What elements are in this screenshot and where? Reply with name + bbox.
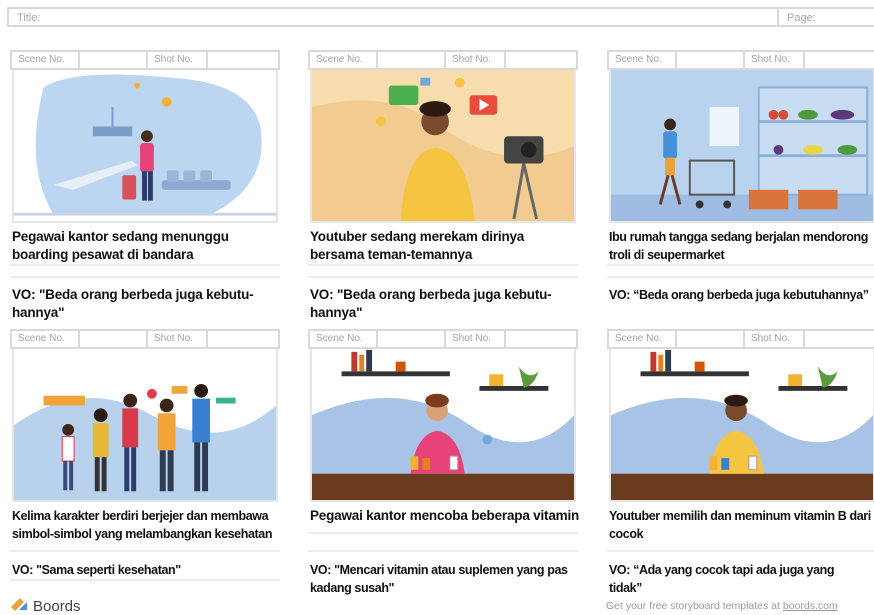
vo-line: hannya": [12, 305, 65, 320]
storyboard-panel-1: Scene No. Shot No. Pegawai kantor sedang: [10, 50, 280, 340]
vo-line: VO: “Ada yang cocok tapi ada juga yang: [609, 563, 835, 577]
vo-line: VO: "Beda orang berbeda juga kebutu-: [12, 287, 254, 302]
shot-description: Youtuber sedang merekam dirinya bersama …: [310, 228, 582, 264]
scene-no-field[interactable]: [677, 52, 745, 68]
panel-header: Scene No. Shot No.: [10, 50, 280, 70]
airport-illustration: [12, 66, 278, 223]
shot-description: Kelima karakter berdiri berjejer dan mem…: [12, 507, 284, 543]
boords-brand[interactable]: Boords: [10, 597, 81, 615]
divider: [10, 550, 280, 552]
shot-no-field[interactable]: [208, 331, 278, 347]
voice-over-text: VO: "Beda orang berbeda juga kebutu- han…: [12, 286, 292, 322]
shot-no-label: Shot No.: [745, 331, 805, 347]
shot-description: Ibu rumah tangga sedang berjalan mendoro…: [609, 228, 874, 264]
voice-over-text: VO: "Beda orang berbeda juga kebutu- han…: [310, 286, 590, 322]
vo-line: VO: "Sama seperti kesehatan": [12, 563, 181, 577]
voice-over-text: VO: “Ada yang cocok tapi ada juga yang t…: [609, 561, 874, 597]
vo-line: tidak”: [609, 581, 643, 595]
desc-line: Pegawai kantor mencoba beberapa vitamin: [310, 508, 580, 523]
voice-over-text: VO: "Mencari vitamin atau suplemen yang …: [310, 561, 590, 597]
storyboard-panel-6: Scene No. Shot No. Youtuber memilih dan …: [607, 329, 874, 599]
desc-line: Pegawai kantor sedang menunggu: [12, 229, 229, 244]
shot-no-label: Shot No.: [148, 52, 208, 68]
divider: [607, 550, 874, 552]
shot-no-label: Shot No.: [148, 331, 208, 347]
shot-no-field[interactable]: [805, 52, 874, 68]
storyboard-panel-4: Scene No. Shot No. Kelima karakter berdi…: [10, 329, 280, 599]
voice-over-text: VO: “Beda orang berbeda juga kebutuhanny…: [609, 286, 874, 304]
panel-header: Scene No. Shot No.: [10, 329, 280, 349]
vo-line: VO: "Mencari vitamin atau suplemen yang …: [310, 563, 568, 577]
scene-no-label: Scene No.: [12, 331, 80, 347]
divider: [308, 550, 578, 552]
scene-no-field[interactable]: [378, 331, 446, 347]
scene-no-field[interactable]: [80, 331, 148, 347]
title-field[interactable]: Title:: [9, 9, 779, 25]
desc-line: Ibu rumah tangga sedang berjalan mendoro…: [609, 230, 868, 244]
divider: [308, 264, 578, 266]
shot-no-field[interactable]: [506, 52, 576, 68]
scene-no-label: Scene No.: [12, 52, 80, 68]
shot-no-field[interactable]: [506, 331, 576, 347]
desc-line: boarding pesawat di bandara: [12, 247, 194, 262]
desc-line: bersama teman-temannya: [310, 247, 473, 262]
vo-line: VO: "Beda orang berbeda juga kebutu-: [310, 287, 552, 302]
divider: [308, 276, 578, 278]
boords-logo-icon: [10, 597, 28, 615]
vo-line: hannya": [310, 305, 363, 320]
brand-name: Boords: [33, 597, 81, 615]
desc-line: Youtuber memilih dan meminum vitamin B d…: [609, 509, 871, 523]
shot-no-label: Shot No.: [446, 331, 506, 347]
panel-header: Scene No. Shot No.: [308, 50, 578, 70]
promo-text: Get your free storyboard templates at: [606, 600, 783, 612]
supermarket-illustration: [609, 66, 874, 223]
desc-line: simbol-simbol yang melambangkan kesehata…: [12, 527, 273, 541]
shot-no-field[interactable]: [208, 52, 278, 68]
shot-no-label: Shot No.: [745, 52, 805, 68]
panel-header: Scene No. Shot No.: [607, 50, 874, 70]
title-page-bar: Title: Page:: [7, 7, 874, 27]
health-characters-illustration: [12, 345, 278, 502]
desc-line: cocok: [609, 527, 644, 541]
desc-line: troli di seupermarket: [609, 248, 725, 262]
divider: [10, 264, 280, 266]
page-field[interactable]: Page:: [779, 9, 874, 25]
desc-line: Youtuber sedang merekam dirinya: [310, 229, 525, 244]
boords-link[interactable]: boords.com: [783, 600, 838, 612]
voice-over-text: VO: "Sama seperti kesehatan": [12, 561, 292, 579]
divider: [607, 264, 874, 266]
scene-no-label: Scene No.: [609, 52, 677, 68]
storyboard-panel-3: Scene No. Shot No. Ibu rumah tangga seda…: [607, 50, 874, 340]
divider: [10, 579, 280, 581]
panel-header: Scene No. Shot No.: [607, 329, 874, 349]
shot-description: Pegawai kantor mencoba beberapa vitamin: [310, 507, 582, 525]
scene-no-label: Scene No.: [310, 331, 378, 347]
divider: [308, 532, 578, 534]
promo-footer: Get your free storyboard templates at bo…: [606, 600, 838, 612]
divider: [607, 276, 874, 278]
panel-header: Scene No. Shot No.: [308, 329, 578, 349]
scene-no-label: Scene No.: [609, 331, 677, 347]
shot-no-label: Shot No.: [446, 52, 506, 68]
shot-description: Pegawai kantor sedang menunggu boarding …: [12, 228, 284, 264]
shot-no-field[interactable]: [805, 331, 874, 347]
scene-no-label: Scene No.: [310, 52, 378, 68]
vo-line: kadang susah": [310, 581, 395, 595]
scene-no-field[interactable]: [378, 52, 446, 68]
vitamin-office-illustration: [310, 345, 576, 502]
vo-line: VO: “Beda orang berbeda juga kebutuhanny…: [609, 288, 869, 302]
divider: [10, 276, 280, 278]
shot-description: Youtuber memilih dan meminum vitamin B d…: [609, 507, 874, 543]
youtuber-illustration: [310, 66, 576, 223]
storyboard-panel-2: Scene No. Shot No. Youtuber sedang merek…: [308, 50, 578, 340]
scene-no-field[interactable]: [80, 52, 148, 68]
desc-line: Kelima karakter berdiri berjejer dan mem…: [12, 509, 269, 523]
storyboard-panel-5: Scene No. Shot No. Pegawai kantor mencob…: [308, 329, 579, 599]
scene-no-field[interactable]: [677, 331, 745, 347]
vitamin-youtuber-illustration: [609, 345, 874, 502]
